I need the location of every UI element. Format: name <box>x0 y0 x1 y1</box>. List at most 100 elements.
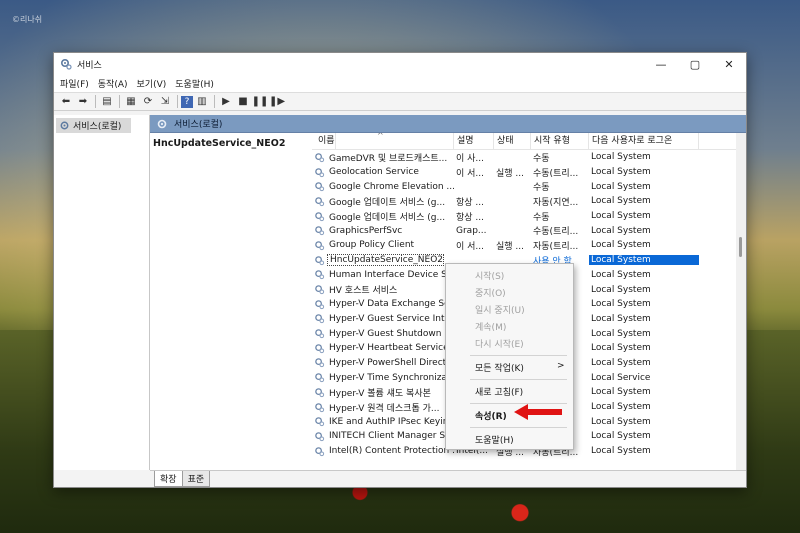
properties-sheet-icon[interactable]: ▦ <box>123 94 139 110</box>
service-logon-as: Local System <box>591 387 651 398</box>
service-logon-as: Local System <box>591 240 651 251</box>
console-tree: 서비스(로컬) <box>54 115 150 470</box>
refresh-icon[interactable]: ⟳ <box>140 94 156 110</box>
service-gear-icon <box>315 358 325 368</box>
column-name[interactable]: 이름 ^ <box>312 133 454 150</box>
table-row[interactable]: GameDVR 및 브로드캐스트... 이 사... 수동 Local System <box>312 150 736 165</box>
service-description: 이 서... <box>456 168 485 179</box>
vertical-scrollbar[interactable] <box>736 133 746 470</box>
service-gear-icon <box>315 329 325 339</box>
service-gear-icon <box>315 226 325 236</box>
service-logon-as: Local System <box>591 446 651 457</box>
service-gear-icon <box>315 255 325 265</box>
menu-file[interactable]: 파일(F) <box>60 77 89 90</box>
service-name-cell: INITECH Client Manager Se <box>312 431 454 442</box>
menu-action[interactable]: 동작(A) <box>98 77 128 90</box>
column-description[interactable]: 설명 <box>454 133 494 150</box>
table-row[interactable]: Google 업데이트 서비스 (g... 항상 ... 자동(지연... Local… <box>312 194 736 209</box>
service-description: Grap... <box>456 225 487 236</box>
service-name: Hyper-V Time Synchroniza <box>329 372 447 383</box>
toolbar-divider <box>119 95 120 108</box>
back-arrow-icon[interactable]: ⬅ <box>58 94 74 110</box>
service-gear-icon <box>315 285 325 295</box>
service-gear-icon <box>315 417 325 427</box>
scrollbar-thumb[interactable] <box>739 237 742 257</box>
service-logon-as: Local System <box>591 431 651 442</box>
service-logon-as: Local System <box>591 211 651 222</box>
menu-separator <box>470 379 567 380</box>
minimize-button[interactable]: — <box>644 53 678 75</box>
service-name-cell: Hyper-V PowerShell Direct... <box>312 357 454 368</box>
console-tree-icon[interactable]: ▤ <box>99 94 115 110</box>
service-name-cell: Intel(R) Content Protection ... <box>312 446 454 457</box>
details-header-title: 서비스(로컬) <box>174 120 223 130</box>
start-service-icon[interactable]: ▶ <box>218 94 234 110</box>
column-logon-as[interactable]: 다음 사용자로 로그온 <box>589 133 699 150</box>
tab-extended[interactable]: 확장 <box>154 471 183 487</box>
menu-item-resume[interactable]: 계속(M) <box>475 320 506 333</box>
restart-service-icon[interactable]: ❚▶ <box>269 94 285 110</box>
service-name: Google 업데이트 서비스 (g... <box>329 197 446 208</box>
menu-item-start[interactable]: 시작(S) <box>475 269 504 282</box>
menu-item-all-tasks[interactable]: 모든 작업(K) > <box>475 361 565 374</box>
service-name: Hyper-V Data Exchange Se <box>329 299 450 310</box>
stop-service-icon[interactable]: ■ <box>235 94 251 110</box>
table-row[interactable]: GraphicsPerfSvc Grap... 수동(트리... Local Syst… <box>312 223 736 238</box>
table-row[interactable]: Google 업데이트 서비스 (g... 항상 ... 수동 Local Syste… <box>312 209 736 224</box>
watermark: ©리나쉬 <box>12 15 43 24</box>
menu-item-properties[interactable]: 속성(R) <box>475 409 507 422</box>
service-name-cell: Hyper-V Guest Shutdown ... <box>312 328 454 339</box>
selected-service-title: HncUpdateService_NEO2 <box>153 138 286 149</box>
forward-arrow-icon[interactable]: ➡ <box>75 94 91 110</box>
menu-item-restart[interactable]: 다시 시작(E) <box>475 337 524 350</box>
maximize-button[interactable]: ▢ <box>678 53 712 75</box>
sort-ascending-icon: ^ <box>377 133 384 140</box>
tab-standard[interactable]: 표준 <box>181 471 211 487</box>
menu-item-refresh[interactable]: 새로 고침(F) <box>475 385 523 398</box>
service-name-cell: Google 업데이트 서비스 (g... <box>312 195 454 208</box>
help-icon[interactable]: ? <box>181 95 193 108</box>
export-list-icon[interactable]: ⇲ <box>157 94 173 110</box>
service-name-cell: Human Interface Device Se <box>312 269 454 280</box>
column-status[interactable]: 상태 <box>494 133 531 150</box>
service-startup-type: 수동(트리... <box>533 168 579 179</box>
service-name: HncUpdateService_NEO2 <box>327 254 445 267</box>
service-gear-icon <box>315 446 325 456</box>
service-description: 이 서... <box>456 241 485 252</box>
title-bar[interactable]: 서비스 — ▢ ✕ <box>54 53 746 75</box>
service-status: 실행 ... <box>496 241 525 252</box>
menu-help[interactable]: 도움말(H) <box>175 77 214 90</box>
pause-service-icon[interactable]: ❚❚ <box>252 94 269 110</box>
show-hide-pane-icon[interactable]: ▥ <box>194 94 210 110</box>
column-startup-type[interactable]: 시작 유형 <box>531 133 589 150</box>
service-name-cell: GameDVR 및 브로드캐스트... <box>312 151 454 164</box>
service-logon-as: Local System <box>591 167 651 178</box>
service-gear-icon <box>315 211 325 221</box>
table-row[interactable]: Geolocation Service 이 서... 실행 ... 수동(트리... L… <box>312 165 736 180</box>
service-name: HV 호스트 서비스 <box>329 286 398 297</box>
close-button[interactable]: ✕ <box>712 53 746 75</box>
menu-view[interactable]: 보기(V) <box>137 77 167 90</box>
service-name: Geolocation Service <box>329 167 419 178</box>
menu-item-help[interactable]: 도움말(H) <box>475 433 514 446</box>
services-gear-icon <box>157 119 167 128</box>
service-name: Hyper-V Guest Service Inte <box>329 313 451 324</box>
service-name: Hyper-V PowerShell Direct... <box>329 357 454 368</box>
table-row[interactable]: Google Chrome Elevation ... 수동 Local Syste… <box>312 179 736 194</box>
table-row[interactable]: Group Policy Client 이 서... 실행 ... 자동(트리... L… <box>312 238 736 253</box>
menu-item-pause[interactable]: 일시 중지(U) <box>475 303 525 316</box>
service-logon-as: Local System <box>591 343 651 354</box>
service-startup-type: 자동(트리... <box>533 241 579 252</box>
service-name: Google 업데이트 서비스 (g... <box>329 212 446 223</box>
service-name-cell: Hyper-V Time Synchroniza <box>312 372 454 383</box>
service-logon-as: Local System <box>591 328 651 339</box>
service-description: 항상 ... <box>456 197 485 208</box>
tree-item-services-local[interactable]: 서비스(로컬) <box>56 118 131 133</box>
column-header-row: 이름 ^ 설명 상태 시작 유형 다음 사용자로 로그온 <box>312 133 736 150</box>
red-arrow-annotation-icon <box>514 404 562 420</box>
service-logon-as: Local System <box>591 402 651 413</box>
service-name-cell: IKE and AuthIP IPsec Keyin... <box>312 416 454 427</box>
service-name-cell: Group Policy Client <box>312 240 454 251</box>
service-gear-icon <box>315 343 325 353</box>
menu-item-stop[interactable]: 중지(O) <box>475 286 506 299</box>
